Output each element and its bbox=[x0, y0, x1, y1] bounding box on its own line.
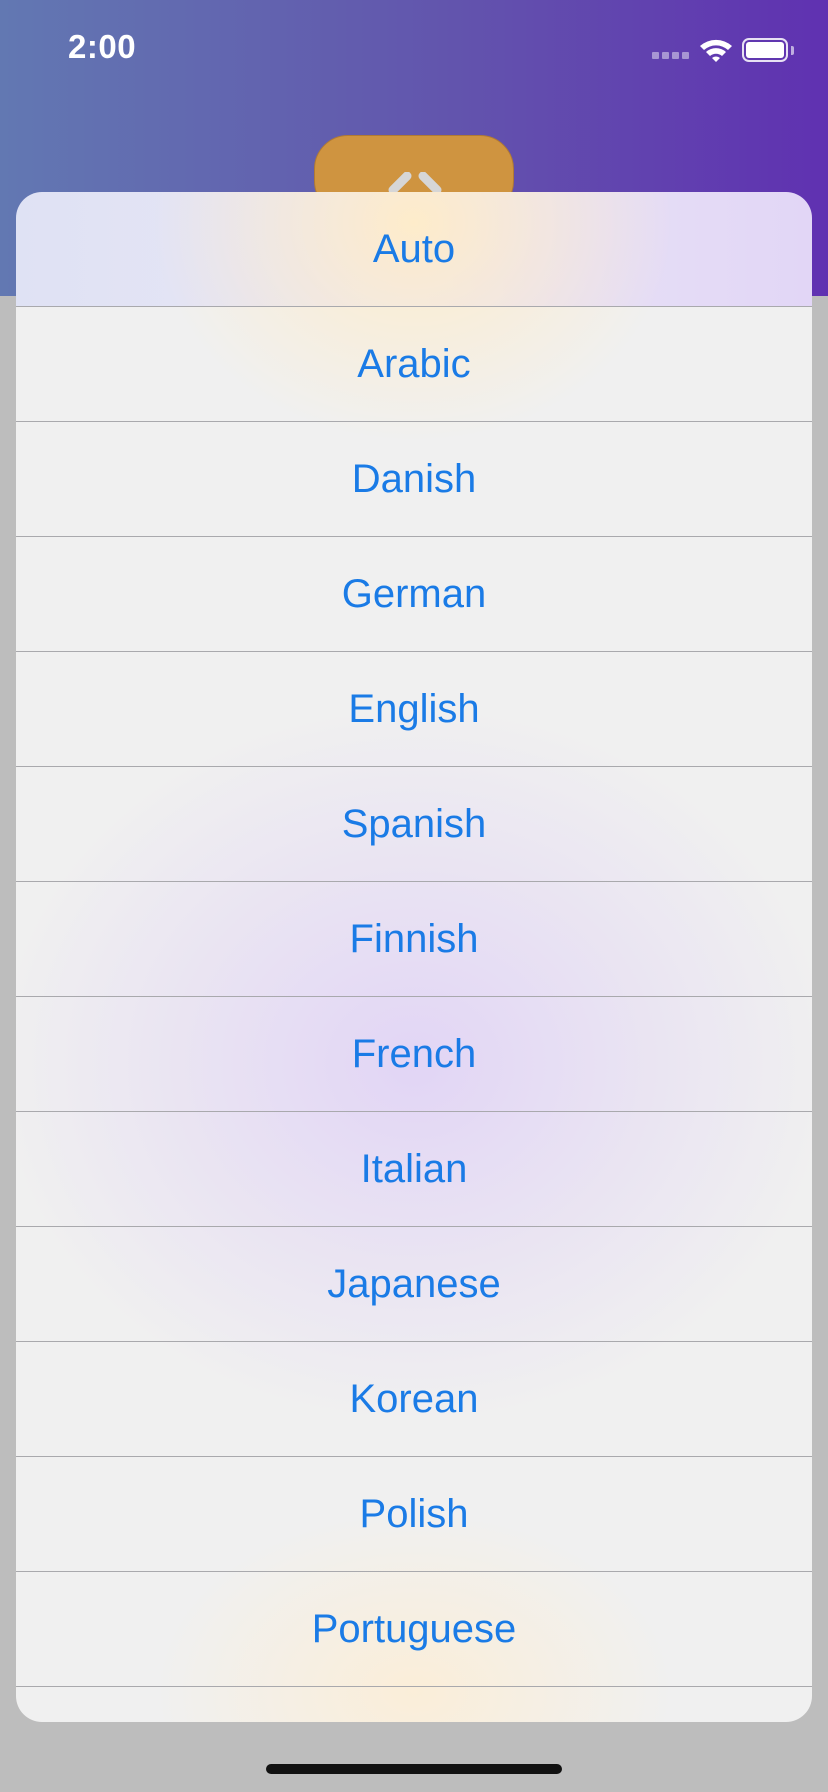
language-option-arabic[interactable]: Arabic bbox=[16, 307, 812, 422]
cellular-signal-icon bbox=[652, 52, 689, 59]
option-label: Polish bbox=[359, 1491, 469, 1536]
wifi-icon bbox=[700, 39, 732, 62]
option-label: French bbox=[351, 1031, 477, 1076]
language-option-next[interactable] bbox=[16, 1687, 812, 1722]
option-label: Korean bbox=[349, 1376, 479, 1421]
language-option-spanish[interactable]: Spanish bbox=[16, 767, 812, 882]
home-indicator[interactable] bbox=[266, 1764, 562, 1774]
language-option-german[interactable]: German bbox=[16, 537, 812, 652]
language-option-auto[interactable]: Auto bbox=[16, 192, 812, 307]
battery-icon bbox=[742, 38, 788, 62]
language-option-polish[interactable]: Polish bbox=[16, 1457, 812, 1572]
language-option-english[interactable]: English bbox=[16, 652, 812, 767]
option-label: English bbox=[348, 686, 480, 731]
battery-nub bbox=[791, 46, 794, 55]
option-label: Arabic bbox=[357, 341, 471, 386]
option-label: Auto bbox=[372, 226, 456, 271]
language-option-italian[interactable]: Italian bbox=[16, 1112, 812, 1227]
screen: 2:00 Auto Arabic Danish German English S… bbox=[0, 0, 828, 1792]
option-label: Finnish bbox=[349, 916, 479, 961]
option-label: German bbox=[341, 571, 487, 616]
language-option-japanese[interactable]: Japanese bbox=[16, 1227, 812, 1342]
language-option-finnish[interactable]: Finnish bbox=[16, 882, 812, 997]
status-bar: 2:00 bbox=[0, 0, 828, 100]
language-option-danish[interactable]: Danish bbox=[16, 422, 812, 537]
language-option-korean[interactable]: Korean bbox=[16, 1342, 812, 1457]
language-option-portuguese[interactable]: Portuguese bbox=[16, 1572, 812, 1687]
option-label: Italian bbox=[360, 1146, 468, 1191]
option-label: Portuguese bbox=[311, 1606, 517, 1651]
option-label: Japanese bbox=[327, 1261, 501, 1306]
status-time: 2:00 bbox=[68, 28, 137, 65]
language-option-french[interactable]: French bbox=[16, 997, 812, 1112]
option-label: Danish bbox=[351, 456, 477, 501]
option-label: Spanish bbox=[341, 801, 487, 846]
language-picker-sheet: Auto Arabic Danish German English Spanis… bbox=[16, 192, 812, 1722]
